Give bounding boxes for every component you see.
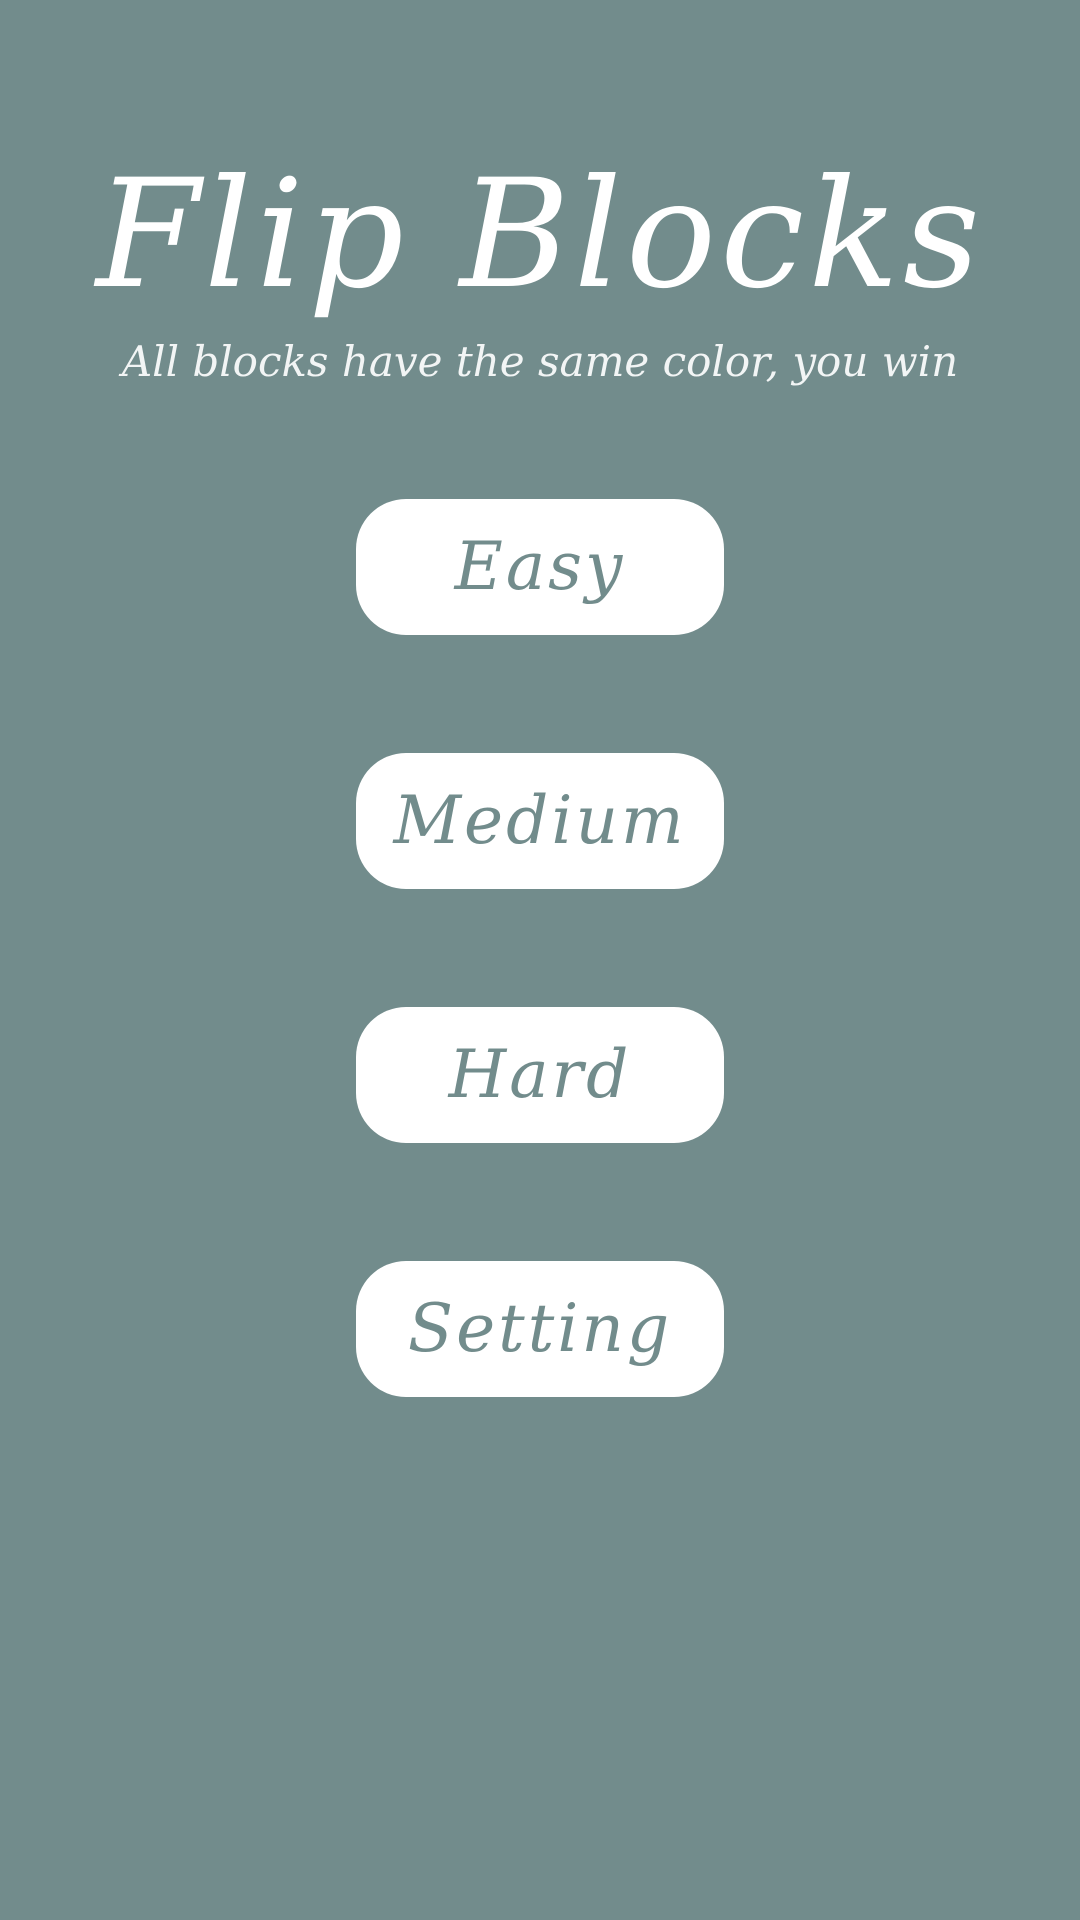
setting-button[interactable]: Setting <box>356 1261 724 1397</box>
medium-button[interactable]: Medium <box>356 753 724 889</box>
difficulty-menu: Easy Medium Hard Setting <box>0 0 1080 1920</box>
main-menu-screen: Flip Blocks All blocks have the same col… <box>0 0 1080 1920</box>
easy-button[interactable]: Easy <box>356 499 724 635</box>
hard-button[interactable]: Hard <box>356 1007 724 1143</box>
